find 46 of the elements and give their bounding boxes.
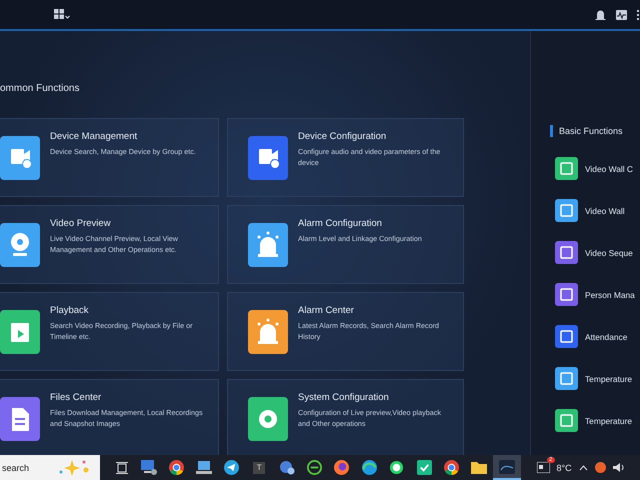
section-title: Basic Functions (559, 126, 623, 136)
e-globe-icon (306, 460, 322, 475)
card-title: Device Management (50, 131, 138, 142)
app-letter-icon: T (253, 462, 266, 474)
item-label: Video Wall C (585, 164, 633, 174)
monitor-icon (196, 460, 212, 474)
taskbar-app[interactable] (493, 455, 520, 480)
card-title: Device Configuration (298, 131, 388, 142)
alarm-icon[interactable] (595, 9, 606, 20)
search-field[interactable]: search (0, 455, 100, 480)
shield-icon (416, 460, 432, 475)
card-title: Files Center (50, 392, 102, 403)
card-title: System Configuration (298, 392, 390, 403)
folder-icon (471, 461, 488, 474)
function-item[interactable]: Video Wall (550, 199, 640, 222)
more-icon[interactable] (637, 10, 640, 20)
item-label: Temperature (585, 416, 632, 426)
circle-icon[interactable] (594, 462, 606, 473)
function-item[interactable]: Temperature (550, 409, 640, 432)
card-title: Alarm Center (298, 305, 355, 316)
item-label: Video Wall (585, 206, 625, 216)
paper-plane-icon (224, 460, 240, 475)
item-label: Person Mana (585, 290, 635, 300)
card-title: Video Preview (50, 218, 112, 229)
function-item[interactable]: Attendance (550, 325, 640, 348)
speaker-icon[interactable] (612, 462, 625, 473)
function-item[interactable]: Video Seque (550, 241, 640, 264)
temperature-text: 8°C (556, 462, 572, 472)
waveform-icon[interactable] (616, 10, 627, 20)
item-label: Temperature (585, 374, 632, 384)
function-item[interactable]: Person Mana (550, 283, 640, 306)
card-title: Alarm Configuration (298, 218, 383, 229)
taskbar-app[interactable]: T (246, 455, 273, 480)
browser-icon (444, 460, 460, 475)
wave-globe-icon (362, 460, 377, 475)
browser-icon (169, 460, 184, 475)
section-title: ommon Functions (0, 83, 80, 94)
item-label: Attendance (585, 332, 628, 342)
computer-icon (141, 460, 158, 475)
grid-menu-icon[interactable] (54, 8, 70, 20)
chevron-up-icon[interactable] (578, 464, 588, 470)
task-view-icon (116, 462, 128, 474)
card-title: Playback (50, 305, 90, 316)
function-item[interactable]: Temperature (550, 367, 640, 390)
function-item[interactable]: Video Wall C (550, 157, 640, 180)
item-label: Video Seque (585, 248, 633, 258)
